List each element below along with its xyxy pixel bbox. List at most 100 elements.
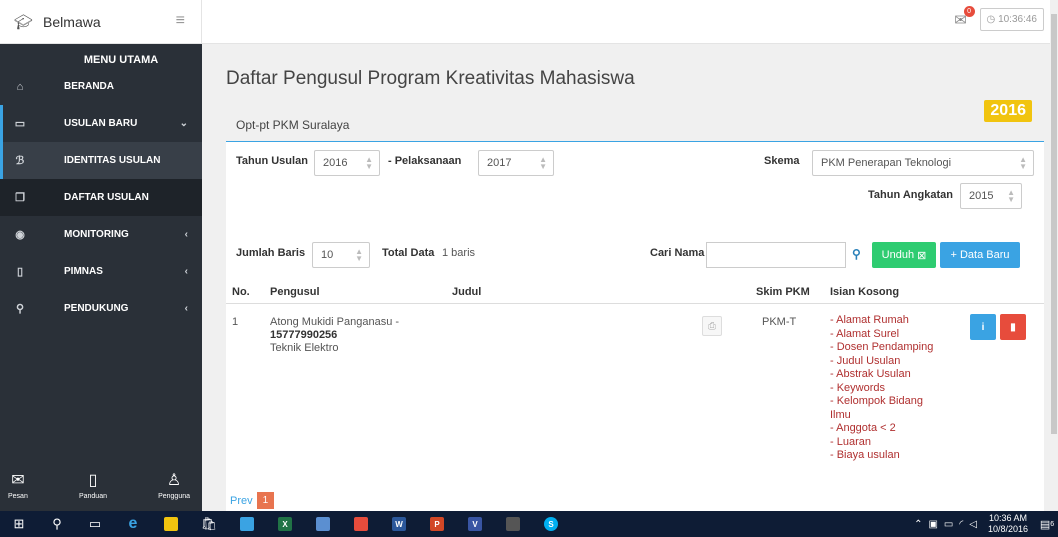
footer-panduan[interactable]: ▯ Panduan bbox=[79, 467, 107, 511]
sidebar-item-monitoring[interactable]: ◉ MONITORING ‹ bbox=[0, 216, 202, 253]
jumlah-baris-select[interactable]: 10 ▲ ▼ bbox=[312, 242, 370, 268]
document-icon[interactable]: ⎙ bbox=[702, 316, 722, 336]
hamburger-icon[interactable]: ≡ bbox=[176, 12, 185, 30]
select-arrows-icon: ▲ ▼ bbox=[365, 155, 373, 171]
col-judul: Judul bbox=[452, 286, 482, 298]
page-1[interactable]: 1 bbox=[256, 492, 275, 509]
word-icon[interactable]: W bbox=[380, 511, 418, 537]
page-title: Daftar Pengusul Program Kreativitas Maha… bbox=[226, 68, 635, 89]
notification-center-icon[interactable]: ▤ 6 bbox=[1036, 511, 1058, 537]
row-no: 1 bbox=[232, 316, 239, 328]
select-arrows-icon: ▲ ▼ bbox=[1019, 155, 1027, 171]
chevron-left-icon: ‹ bbox=[184, 266, 188, 277]
row-pengusul-prodi: Teknik Elektro bbox=[270, 342, 339, 354]
calculator-icon[interactable] bbox=[494, 511, 532, 537]
tahun-angkatan-select[interactable]: 2015 ▲ ▼ bbox=[960, 183, 1022, 209]
search-icon[interactable]: ⚲ bbox=[38, 511, 76, 537]
book-icon: ▯ bbox=[88, 472, 98, 489]
mail-badge: 0 bbox=[963, 5, 975, 17]
windows-start-icon[interactable]: ⊞ bbox=[0, 511, 38, 537]
chevron-up-icon[interactable]: ⌃ bbox=[914, 519, 922, 530]
trash-icon: ▮ bbox=[1010, 321, 1016, 333]
skype-icon[interactable]: S bbox=[532, 511, 570, 537]
select-arrows-icon: ▲ ▼ bbox=[1007, 188, 1015, 204]
home-icon: ⌂ bbox=[16, 80, 24, 93]
table-header: No. Pengusul Judul Skim PKM Isian Kosong bbox=[226, 282, 1044, 304]
row-pengusul-nim: 15777990256 bbox=[270, 329, 338, 341]
chevron-left-icon: ‹ bbox=[184, 229, 188, 240]
tahun-usulan-select[interactable]: 2016 ▲ ▼ bbox=[314, 150, 380, 176]
pelaksanaan-select[interactable]: 2017 ▲ ▼ bbox=[478, 150, 554, 176]
top-bar: 🎓︎ Belmawa ≡ ✉ 0 ◷ 10:36:46 bbox=[0, 0, 1058, 44]
taskbar-clock[interactable]: 10:36 AM 10/8/2016 bbox=[988, 513, 1028, 535]
network-app-icon[interactable] bbox=[228, 511, 266, 537]
sidebar-footer: ✉ Pesan ▯ Panduan ♙ Pengguna bbox=[0, 467, 202, 511]
mail-notification-icon[interactable]: ✉ 0 bbox=[950, 5, 975, 31]
scrollbar-thumb[interactable] bbox=[1051, 14, 1057, 434]
data-baru-button[interactable]: + Data Baru bbox=[940, 242, 1020, 268]
windows-taskbar: ⊞ ⚲ ▭ e 🛍︎ X W P V S ⌃ ▣ ▭ ◜ ◁ 10:36 AM … bbox=[0, 511, 1058, 537]
sidebar-item-usulan-baru[interactable]: ▭ USULAN BARU ⌄ bbox=[0, 105, 202, 142]
sidebar-item-identitas-usulan[interactable]: ℬ IDENTITAS USULAN bbox=[0, 142, 202, 179]
main-content: Daftar Pengusul Program Kreativitas Maha… bbox=[202, 44, 1050, 511]
eye-icon: ◉ bbox=[15, 229, 25, 241]
volume-icon[interactable]: ◁ bbox=[969, 519, 977, 530]
sidebar-item-pimnas[interactable]: ▯ PIMNAS ‹ bbox=[0, 253, 202, 290]
battery-icon[interactable]: ▭ bbox=[944, 519, 953, 530]
sidebar-item-daftar-usulan[interactable]: ❐ DAFTAR USULAN bbox=[0, 179, 202, 216]
task-view-icon[interactable]: ▭ bbox=[76, 511, 114, 537]
total-data-value: 1 baris bbox=[442, 247, 476, 259]
cari-nama-label: Cari Nama bbox=[650, 247, 705, 259]
sidebar: MENU UTAMA ⌂ BERANDA ▭ USULAN BARU ⌄ ℬ I… bbox=[0, 44, 202, 511]
isian-kosong-list: - Alamat Rumah - Alamat Surel - Dosen Pe… bbox=[830, 314, 934, 461]
unduh-button[interactable]: Unduh ⊠ bbox=[872, 242, 936, 268]
folder-icon: ▭ bbox=[14, 118, 26, 130]
sidebar-item-label: IDENTITAS USULAN bbox=[64, 155, 161, 166]
info-button[interactable]: i bbox=[970, 314, 996, 340]
pdf-reader-icon[interactable] bbox=[342, 511, 380, 537]
skema-select[interactable]: PKM Penerapan Teknologi ▲ ▼ bbox=[812, 150, 1034, 176]
user-icon: ♙ bbox=[166, 472, 182, 489]
chevron-down-icon: ⌄ bbox=[179, 118, 188, 129]
tahun-usulan-label: Tahun Usulan bbox=[236, 155, 308, 167]
sidebar-item-label: BERANDA bbox=[64, 81, 114, 92]
sidebar-item-label: USULAN BARU bbox=[64, 118, 138, 129]
excel-icon[interactable]: X bbox=[266, 511, 304, 537]
sidebar-item-pendukung[interactable]: ⚲ PENDUKUNG ‹ bbox=[0, 290, 202, 327]
footer-pesan[interactable]: ✉ Pesan bbox=[8, 467, 28, 511]
sidebar-item-beranda[interactable]: ⌂ BERANDA bbox=[0, 68, 202, 105]
file-explorer-icon[interactable] bbox=[152, 511, 190, 537]
col-skim: Skim PKM bbox=[756, 286, 810, 298]
graduation-cap-icon: 🎓︎ bbox=[14, 14, 34, 31]
select-arrows-icon: ▲ ▼ bbox=[355, 247, 363, 263]
copy-icon: ❐ bbox=[15, 192, 25, 204]
clock-time: 10:36:46 bbox=[998, 14, 1037, 25]
search-icon[interactable]: ⚲ bbox=[852, 247, 861, 261]
col-isian: Isian Kosong bbox=[830, 286, 900, 298]
prev-page-link[interactable]: Prev bbox=[230, 495, 253, 507]
col-pengusul: Pengusul bbox=[270, 286, 320, 298]
paint-icon[interactable] bbox=[304, 511, 342, 537]
page-scrollbar[interactable] bbox=[1050, 0, 1058, 511]
cari-nama-input[interactable] bbox=[706, 242, 846, 268]
visio-icon[interactable]: V bbox=[456, 511, 494, 537]
powerpoint-icon[interactable]: P bbox=[418, 511, 456, 537]
sidebar-item-label: MONITORING bbox=[64, 229, 129, 240]
file-icon: ▯ bbox=[16, 266, 24, 278]
user-edit-icon: ℬ bbox=[15, 155, 25, 167]
brand[interactable]: 🎓︎ Belmawa ≡ bbox=[0, 0, 202, 44]
sidebar-heading: MENU UTAMA bbox=[83, 54, 159, 66]
pelaksanaan-label: - Pelaksanaan bbox=[388, 155, 462, 167]
col-no: No. bbox=[232, 286, 250, 298]
pagination: Prev 1 bbox=[230, 492, 275, 509]
wifi-icon[interactable]: ◜ bbox=[959, 519, 963, 530]
delete-button[interactable]: ▮ bbox=[1000, 314, 1026, 340]
info-icon: i bbox=[981, 321, 985, 333]
system-tray: ⌃ ▣ ▭ ◜ ◁ 10:36 AM 10/8/2016 ▤ 6 bbox=[911, 511, 1058, 537]
row-pengusul-name: Atong Mukidi Panganasu - bbox=[270, 316, 400, 328]
excel-icon: ⊠ bbox=[917, 249, 927, 262]
edge-browser-icon[interactable]: e bbox=[114, 511, 152, 537]
footer-pengguna[interactable]: ♙ Pengguna bbox=[158, 467, 190, 511]
store-icon[interactable]: 🛍︎ bbox=[190, 511, 228, 537]
app-tray-icon[interactable]: ▣ bbox=[928, 519, 937, 530]
